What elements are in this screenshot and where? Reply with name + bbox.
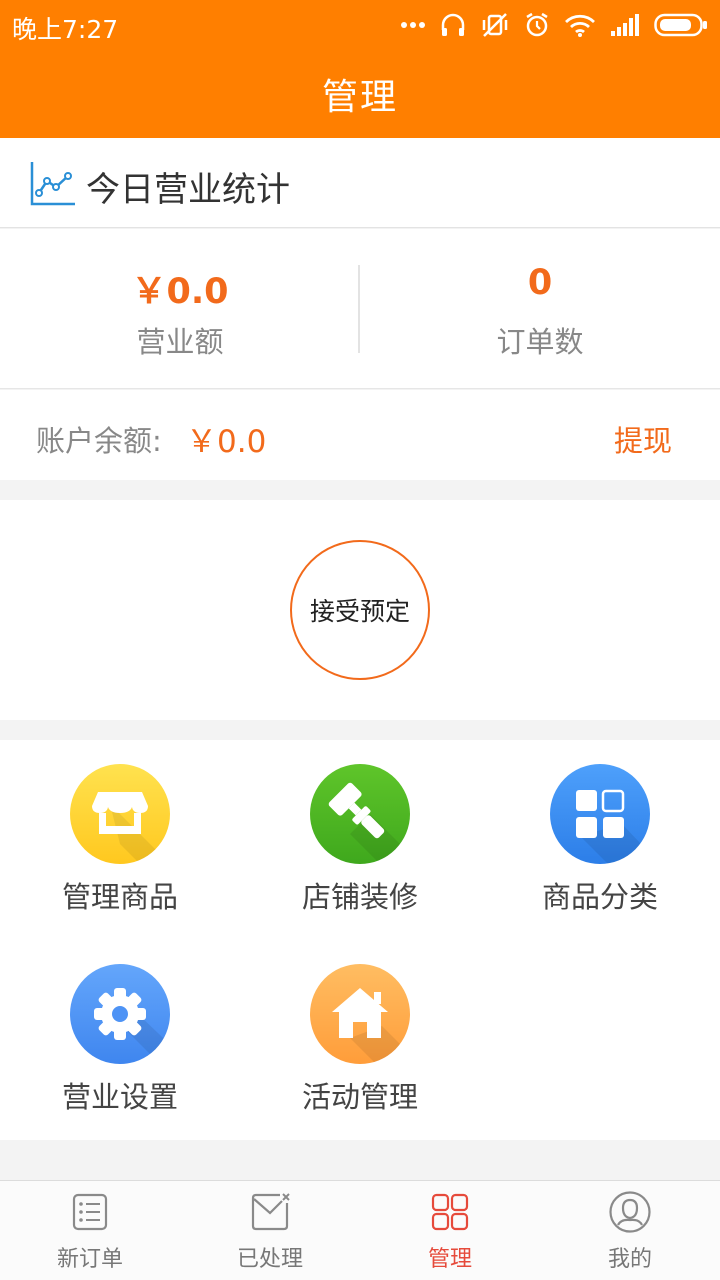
revenue-label: 营业额 (136, 325, 224, 359)
tab-label: 管理 (427, 1247, 472, 1272)
signal-icon (611, 14, 639, 36)
processed-envelope-icon (251, 1193, 290, 1231)
menu-item-product-category[interactable]: 商品分类 (480, 740, 720, 940)
more-dots-icon (401, 22, 425, 28)
tab-manage[interactable]: 管理 (360, 1181, 540, 1280)
menu-item-manage-products[interactable]: 管理商品 (0, 740, 240, 940)
tab-new-orders[interactable]: 新订单 (0, 1181, 180, 1280)
gear-icon (70, 964, 170, 1064)
alarm-icon (526, 12, 548, 37)
menu-item-store-decoration[interactable]: 店铺装修 (240, 740, 480, 940)
menu-item-business-settings[interactable]: 营业设置 (0, 940, 240, 1140)
tab-label: 已处理 (236, 1247, 303, 1272)
line-chart-icon (30, 162, 75, 206)
balance-value: ￥0.0 (186, 424, 267, 460)
vibrate-off-icon (482, 13, 508, 37)
stats-header: 今日营业统计 (0, 138, 720, 228)
house-icon (310, 964, 410, 1064)
profile-icon (609, 1191, 651, 1233)
manage-grid-icon (431, 1193, 469, 1231)
menu-label: 管理商品 (61, 880, 178, 914)
menu-label: 营业设置 (61, 1080, 178, 1114)
management-grid: 管理商品 店铺装修 商品分类 营业设置 活动管理 (0, 740, 720, 1140)
revenue-value: ￥0.0 (131, 272, 229, 312)
page-title: 管理 (321, 77, 398, 118)
menu-label: 商品分类 (541, 880, 658, 914)
bottom-nav: 新订单 已处理 管理 我的 (0, 1180, 720, 1280)
status-time: 晚上7:27 (12, 15, 119, 44)
tab-profile[interactable]: 我的 (540, 1181, 720, 1280)
balance-row: 账户余额: ￥0.0 提现 (0, 390, 720, 480)
menu-label: 活动管理 (301, 1080, 418, 1114)
status-icons (400, 8, 708, 42)
orders-label: 订单数 (496, 325, 584, 359)
menu-item-activity-management[interactable]: 活动管理 (240, 940, 480, 1140)
revenue-stat: ￥0.0 营业额 (0, 229, 360, 389)
paint-roller-icon (310, 764, 410, 864)
accept-reservation-button[interactable]: 接受预定 (290, 540, 430, 680)
tab-label: 新订单 (56, 1247, 123, 1272)
orders-stat: 0 订单数 (360, 229, 720, 389)
nav-bar: 管理 (0, 50, 720, 138)
store-icon (70, 764, 170, 864)
tab-processed[interactable]: 已处理 (180, 1181, 360, 1280)
wifi-icon (565, 14, 595, 37)
menu-label: 店铺装修 (301, 880, 418, 914)
stats-title: 今日营业统计 (86, 170, 290, 210)
reserve-section: 接受预定 (0, 500, 720, 720)
order-list-icon (72, 1193, 108, 1231)
tab-label: 我的 (607, 1247, 652, 1272)
headphones-icon (441, 13, 465, 36)
orders-value: 0 (527, 263, 553, 303)
balance-label: 账户余额: (36, 424, 162, 458)
category-grid-icon (550, 764, 650, 864)
status-bar: 晚上7:27 (0, 0, 720, 50)
withdraw-button[interactable]: 提现 (614, 418, 672, 460)
battery-icon (654, 13, 707, 37)
stats-box: ￥0.0 营业额 0 订单数 (0, 229, 720, 389)
